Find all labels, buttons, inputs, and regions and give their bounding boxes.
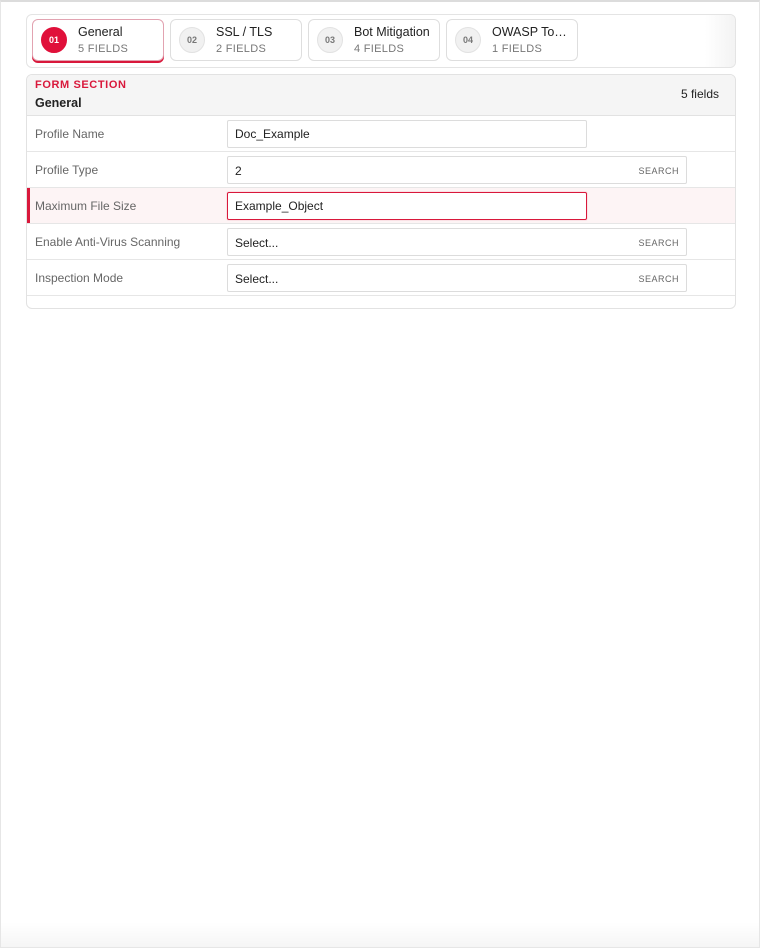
step-number-badge: 04 bbox=[455, 27, 481, 53]
search-action[interactable]: SEARCH bbox=[638, 166, 679, 176]
step-tabs: 01 General 5 FIELDS 02 SSL / TLS 2 FIELD… bbox=[26, 14, 736, 68]
tab-field-count: 2 FIELDS bbox=[216, 42, 267, 55]
step-number-badge: 01 bbox=[41, 27, 67, 53]
form-row-profile-type: Profile Type 2 SEARCH bbox=[27, 152, 735, 188]
form-row-inspection-mode: Inspection Mode Select... SEARCH bbox=[27, 260, 735, 296]
select-value: Select... bbox=[235, 272, 279, 286]
tab-field-count: 5 FIELDS bbox=[78, 42, 129, 55]
tab-bot-mitigation[interactable]: 03 Bot Mitigation 4 FIELDS bbox=[308, 19, 440, 61]
tab-field-count: 1 FIELDS bbox=[492, 42, 543, 55]
field-label: Maximum File Size bbox=[35, 198, 137, 213]
tab-owasp[interactable]: 04 OWASP To… 1 FIELDS bbox=[446, 19, 578, 61]
search-action[interactable]: SEARCH bbox=[638, 274, 679, 284]
step-number-badge: 02 bbox=[179, 27, 205, 53]
section-header: FORM SECTION General 5 fields bbox=[27, 75, 735, 116]
form-row-max-file-size: Maximum File Size bbox=[27, 188, 735, 224]
tab-ssl-tls[interactable]: 02 SSL / TLS 2 FIELDS bbox=[170, 19, 302, 61]
section-kicker: FORM SECTION bbox=[35, 79, 127, 91]
select-value: 2 bbox=[235, 164, 242, 178]
tab-title: Bot Mitigation bbox=[354, 24, 430, 39]
field-label: Profile Type bbox=[35, 162, 99, 177]
tab-general[interactable]: 01 General 5 FIELDS bbox=[32, 19, 164, 61]
profile-name-input[interactable] bbox=[227, 120, 587, 148]
search-action[interactable]: SEARCH bbox=[638, 238, 679, 248]
window-frame: 01 General 5 FIELDS 02 SSL / TLS 2 FIELD… bbox=[0, 0, 760, 948]
max-file-size-input[interactable] bbox=[227, 192, 587, 220]
select-value: Select... bbox=[235, 236, 279, 250]
field-label: Enable Anti-Virus Scanning bbox=[35, 234, 181, 249]
form-row-profile-name: Profile Name bbox=[27, 116, 735, 152]
tab-title: General bbox=[78, 24, 123, 39]
tab-title: OWASP To… bbox=[492, 24, 567, 39]
profile-type-select[interactable]: 2 SEARCH bbox=[227, 156, 687, 184]
field-label: Inspection Mode bbox=[35, 270, 124, 285]
field-label: Profile Name bbox=[35, 126, 105, 141]
inspection-mode-select[interactable]: Select... SEARCH bbox=[227, 264, 687, 292]
form-section: FORM SECTION General 5 fields Profile Na… bbox=[26, 74, 736, 309]
tab-field-count: 4 FIELDS bbox=[354, 42, 405, 55]
section-field-count: 5 fields bbox=[680, 87, 719, 101]
form-row-antivirus: Enable Anti-Virus Scanning Select... SEA… bbox=[27, 224, 735, 260]
antivirus-select[interactable]: Select... SEARCH bbox=[227, 228, 687, 256]
section-title: General bbox=[35, 96, 82, 110]
tab-title: SSL / TLS bbox=[216, 24, 273, 39]
step-number-badge: 03 bbox=[317, 27, 343, 53]
